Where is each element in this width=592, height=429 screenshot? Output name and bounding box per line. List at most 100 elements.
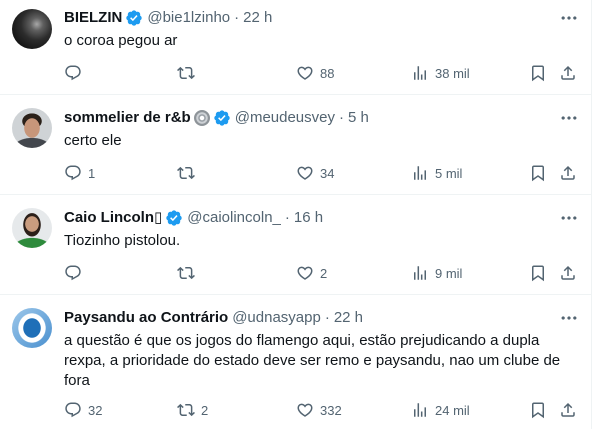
like-button[interactable]: 88 [296,63,334,83]
reply-icon [64,64,82,82]
tweet[interactable]: Caio Lincoln▯ @caiolincoln_ · 16 h Tiozi… [0,195,591,295]
username[interactable]: @bie1lzinho [147,8,230,28]
heart-icon [296,164,314,182]
reply-button[interactable] [64,263,88,283]
more-icon [559,308,579,328]
disc-emoji-icon [193,110,210,126]
like-button[interactable]: 2 [296,263,327,283]
like-count: 34 [320,165,335,181]
more-button[interactable] [559,8,579,28]
views-icon [411,164,429,182]
tweet-header: BIELZIN @bie1lzinho · 22 h [64,8,575,28]
views-button[interactable]: 9 mil [411,263,462,283]
like-count: 88 [320,65,335,81]
separator-dot: · [324,309,330,326]
avatar[interactable] [12,108,52,148]
share-icon [559,401,577,419]
username[interactable]: @caiolincoln_ [187,208,281,228]
timestamp[interactable]: 22 h [334,308,363,328]
display-name[interactable]: sommelier de r&b [64,108,191,128]
reply-button[interactable]: 32 [64,400,102,420]
display-name[interactable]: Paysandu ao Contrário [64,308,228,328]
bookmark-icon [529,264,547,282]
repost-button[interactable] [177,63,201,83]
avatar[interactable] [12,208,52,248]
tweet[interactable]: Paysandu ao Contrário @udnasyapp · 22 h … [0,295,591,429]
repost-button[interactable] [177,163,201,183]
repost-icon [177,64,195,82]
action-bar: 32 2 332 24 mil [64,400,575,420]
timestamp[interactable]: 22 h [243,8,272,28]
tweet-text: certo ele [64,132,122,149]
timestamp[interactable]: 5 h [348,108,369,128]
display-name[interactable]: Caio Lincoln▯ [64,208,162,228]
more-button[interactable] [559,108,579,128]
avatar[interactable] [12,308,52,348]
action-bar: 88 38 mil [64,63,575,83]
heart-icon [296,264,314,282]
share-button[interactable] [559,163,577,183]
repost-button[interactable] [177,263,201,283]
display-name[interactable]: BIELZIN [64,8,122,28]
reply-count: 1 [88,165,96,181]
tweet-text: a questão é que os jogos do flamengo aqu… [64,332,561,389]
action-bar: 1 34 5 mil [64,163,575,183]
tweet[interactable]: sommelier de r&b @meudeusvey · 5 h certo… [0,95,591,195]
timestamp[interactable]: 16 h [294,208,323,228]
more-icon [559,8,579,28]
more-button[interactable] [559,308,579,328]
separator-dot: · [284,209,290,226]
bookmark-icon [529,164,547,182]
avatar[interactable] [12,9,52,49]
tweet[interactable]: BIELZIN @bie1lzinho · 22 h o coroa pegou… [0,0,591,95]
views-icon [411,264,429,282]
like-button[interactable]: 332 [296,400,342,420]
repost-button[interactable]: 2 [177,400,208,420]
verified-badge-icon [165,209,183,227]
more-icon [559,108,579,128]
repost-icon [177,264,195,282]
tweet-header: Caio Lincoln▯ @caiolincoln_ · 16 h [64,208,575,228]
bookmark-icon [529,64,547,82]
like-button[interactable]: 34 [296,163,334,183]
bookmark-button[interactable] [529,63,547,83]
share-button[interactable] [559,63,577,83]
views-button[interactable]: 5 mil [411,163,462,183]
repost-icon [177,164,195,182]
reply-button[interactable] [64,63,88,83]
bookmark-button[interactable] [529,163,547,183]
views-button[interactable]: 38 mil [411,63,470,83]
share-button[interactable] [559,400,577,420]
action-bar: 2 9 mil [64,263,575,283]
more-button[interactable] [559,208,579,228]
share-icon [559,264,577,282]
reply-thread: BIELZIN @bie1lzinho · 22 h o coroa pegou… [0,0,592,429]
separator-dot: · [339,109,344,126]
reply-button[interactable]: 1 [64,163,95,183]
reply-icon [64,401,82,419]
share-icon [559,164,577,182]
views-icon [411,64,429,82]
share-button[interactable] [559,263,577,283]
bookmark-button[interactable] [529,263,547,283]
view-count: 38 mil [435,65,470,81]
heart-icon [296,401,314,419]
share-icon [559,64,577,82]
heart-icon [296,64,314,82]
separator-dot: · [234,9,240,26]
repost-count: 2 [201,402,209,418]
tweet-header: Paysandu ao Contrário @udnasyapp · 22 h [64,308,575,328]
like-count: 332 [320,402,342,418]
verified-badge-icon [125,9,143,27]
views-icon [411,401,429,419]
tweet-text: o coroa pegou ar [64,32,178,49]
repost-icon [177,401,195,419]
like-count: 2 [320,265,328,281]
username[interactable]: @udnasyapp [232,308,321,328]
username[interactable]: @meudeusvey [235,108,335,128]
reply-icon [64,164,82,182]
views-button[interactable]: 24 mil [411,400,470,420]
bookmark-button[interactable] [529,400,547,420]
tweet-header: sommelier de r&b @meudeusvey · 5 h [64,108,575,128]
view-count: 9 mil [435,265,463,281]
